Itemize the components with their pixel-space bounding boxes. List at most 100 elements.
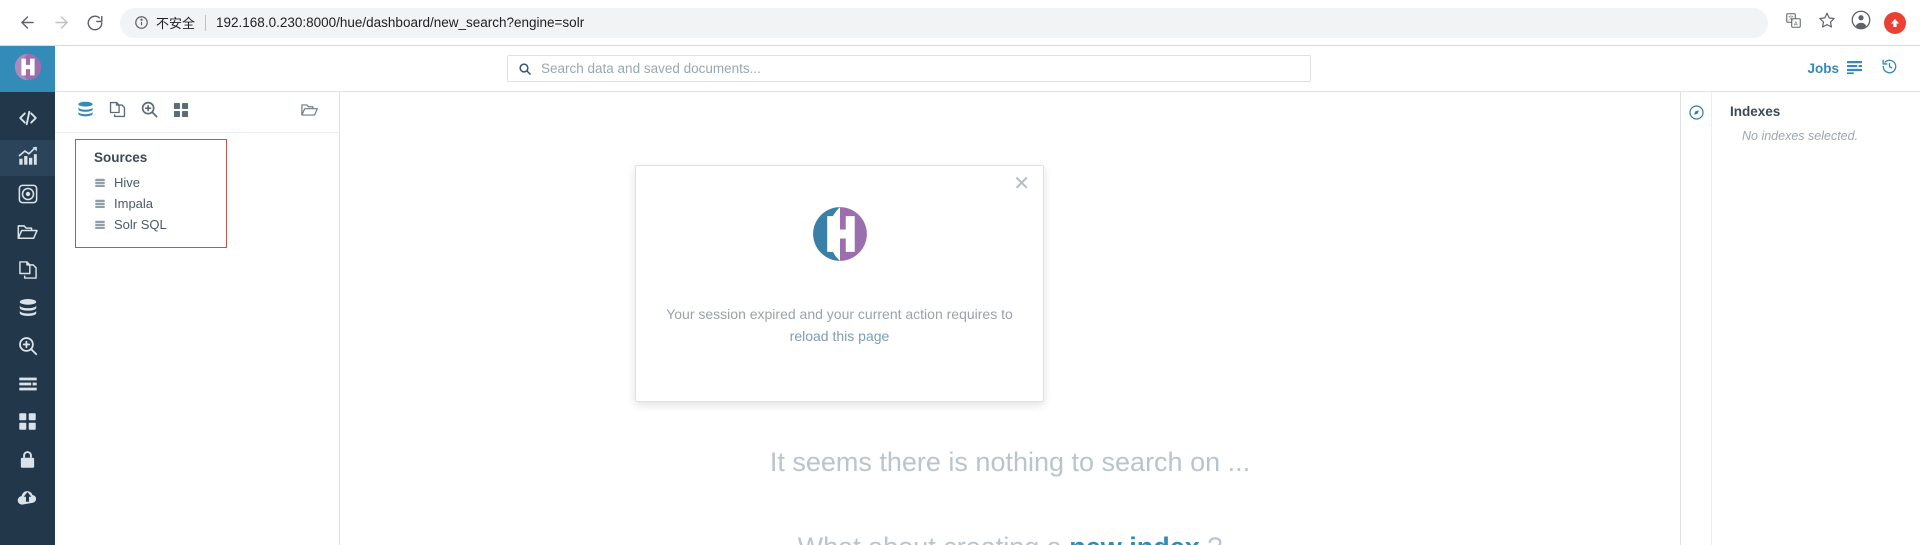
profile-avatar-icon [1851, 10, 1871, 35]
reload-icon [86, 14, 104, 32]
assist-tab-documents[interactable] [101, 97, 133, 127]
back-button[interactable] [10, 6, 44, 40]
modal-message: Your session expired and your current ac… [658, 304, 1021, 347]
jobs-list-icon [1846, 60, 1863, 78]
hue-home-button[interactable] [0, 46, 55, 92]
source-item-impala[interactable]: Impala [76, 193, 226, 214]
svg-text:A: A [1793, 21, 1797, 27]
source-label: Hive [114, 175, 141, 190]
indexes-panel: Indexes No indexes selected. [1680, 92, 1920, 545]
body-row: Sources Hive Impala Solr SQL It seems th… [55, 92, 1920, 545]
chart-trend-icon [17, 145, 39, 172]
assist-tabs [55, 92, 339, 133]
indexes-body: Indexes No indexes selected. [1712, 92, 1920, 545]
code-brackets-icon [17, 107, 39, 134]
hue-logo [13, 52, 43, 87]
main-column: Jobs [55, 46, 1920, 545]
profile-button[interactable] [1846, 8, 1876, 38]
modal-message-text: Your session expired and your current ac… [666, 306, 1013, 322]
empty-state-line-2: What about creating a new index ? [340, 532, 1680, 545]
assist-tab-catalog[interactable] [165, 97, 197, 127]
omnibox-divider [205, 14, 207, 31]
hue-logo [808, 202, 872, 271]
address-bar[interactable]: 不安全 192.168.0.230:8000/hue/dashboard/new… [120, 7, 1768, 38]
reload-button[interactable] [78, 6, 112, 40]
sidebar-item-security[interactable] [0, 444, 55, 480]
server-icon [94, 198, 106, 210]
history-rewind-icon [1881, 58, 1898, 80]
source-item-solr-sql[interactable]: Solr SQL [76, 214, 226, 235]
dashboard-compass-icon[interactable] [1688, 104, 1705, 121]
source-label: Impala [114, 196, 154, 211]
source-item-hive[interactable]: Hive [76, 172, 226, 193]
empty-state-line-1: It seems there is nothing to search on .… [769, 447, 1251, 477]
browser-toolbar: 不安全 192.168.0.230:8000/hue/dashboard/new… [0, 0, 1920, 46]
sources-title: Sources [94, 150, 148, 165]
modal-logo [636, 202, 1043, 271]
security-status-label: 不安全 [156, 16, 196, 31]
sidebar-item-apps[interactable] [0, 406, 55, 442]
assist-browse-folder-button[interactable] [300, 100, 319, 124]
indexes-title: Indexes [1730, 104, 1781, 119]
bookmark-button[interactable] [1812, 8, 1842, 38]
site-info-icon[interactable] [134, 15, 149, 30]
top-bar-actions: Jobs [1807, 58, 1898, 80]
open-folder-icon [16, 220, 39, 248]
left-navigation [0, 46, 55, 545]
hue-app: Jobs [0, 46, 1920, 545]
cloud-upload-icon [16, 486, 39, 514]
magnifier-plus-icon [140, 100, 159, 124]
sidebar-item-importer[interactable] [0, 482, 55, 518]
session-expired-modal: ✕ Your session expired and your current … [635, 165, 1044, 402]
assist-tab-sources[interactable] [69, 97, 101, 127]
search-input[interactable] [541, 61, 1300, 76]
empty-state-suffix: ? [1200, 532, 1222, 545]
database-stack-icon [76, 100, 95, 124]
sidebar-item-documents[interactable] [0, 254, 55, 290]
url-text: 192.168.0.230:8000/hue/dashboard/new_sea… [216, 15, 585, 30]
assist-tab-search[interactable] [133, 97, 165, 127]
jobs-button[interactable]: Jobs [1807, 60, 1863, 78]
open-folder-icon [300, 100, 319, 124]
server-icon [94, 177, 106, 189]
sidebar-item-browser[interactable] [0, 216, 55, 252]
grid-squares-icon [17, 411, 38, 437]
grid-squares-icon [172, 101, 190, 124]
sidebar-item-jobs[interactable] [0, 368, 55, 404]
jobs-label: Jobs [1807, 61, 1839, 76]
modal-close-button[interactable]: ✕ [1013, 174, 1030, 194]
indexes-rail [1681, 92, 1712, 545]
translate-button[interactable]: 文 A [1778, 8, 1808, 38]
sidebar-item-editor[interactable] [0, 102, 55, 138]
list-lines-icon [17, 373, 39, 400]
indexes-empty-note: No indexes selected. [1742, 129, 1859, 143]
back-arrow-icon [18, 13, 37, 32]
server-icon [94, 219, 106, 231]
source-label: Solr SQL [114, 217, 167, 232]
sidebar-item-dashboard[interactable] [0, 140, 55, 176]
assist-panel: Sources Hive Impala Solr SQL [55, 92, 340, 545]
global-search[interactable] [507, 55, 1311, 82]
history-button[interactable] [1881, 58, 1898, 80]
search-icon [518, 62, 532, 76]
new-index-link[interactable]: new index [1069, 532, 1200, 545]
lock-icon [17, 449, 38, 475]
chrome-update-button[interactable] [1880, 8, 1910, 38]
sidebar-item-search[interactable] [0, 330, 55, 366]
reload-page-link[interactable]: reload this page [658, 326, 1021, 346]
empty-state-prefix: What about creating a [798, 532, 1070, 545]
forward-arrow-icon [52, 13, 71, 32]
sources-panel: Sources Hive Impala Solr SQL [75, 139, 227, 248]
forward-button[interactable] [44, 6, 78, 40]
browser-actions: 文 A [1778, 8, 1910, 38]
top-bar: Jobs [55, 46, 1920, 92]
sidebar-item-scheduler[interactable] [0, 178, 55, 214]
copy-documents-icon [108, 100, 127, 124]
magnifier-plus-icon [17, 335, 39, 362]
sidebar-item-tables[interactable] [0, 292, 55, 328]
svg-text:文: 文 [1788, 14, 1794, 22]
translate-icon: 文 A [1785, 12, 1802, 34]
database-stack-icon [17, 297, 39, 324]
close-icon: ✕ [1013, 173, 1030, 195]
star-icon [1818, 11, 1836, 34]
